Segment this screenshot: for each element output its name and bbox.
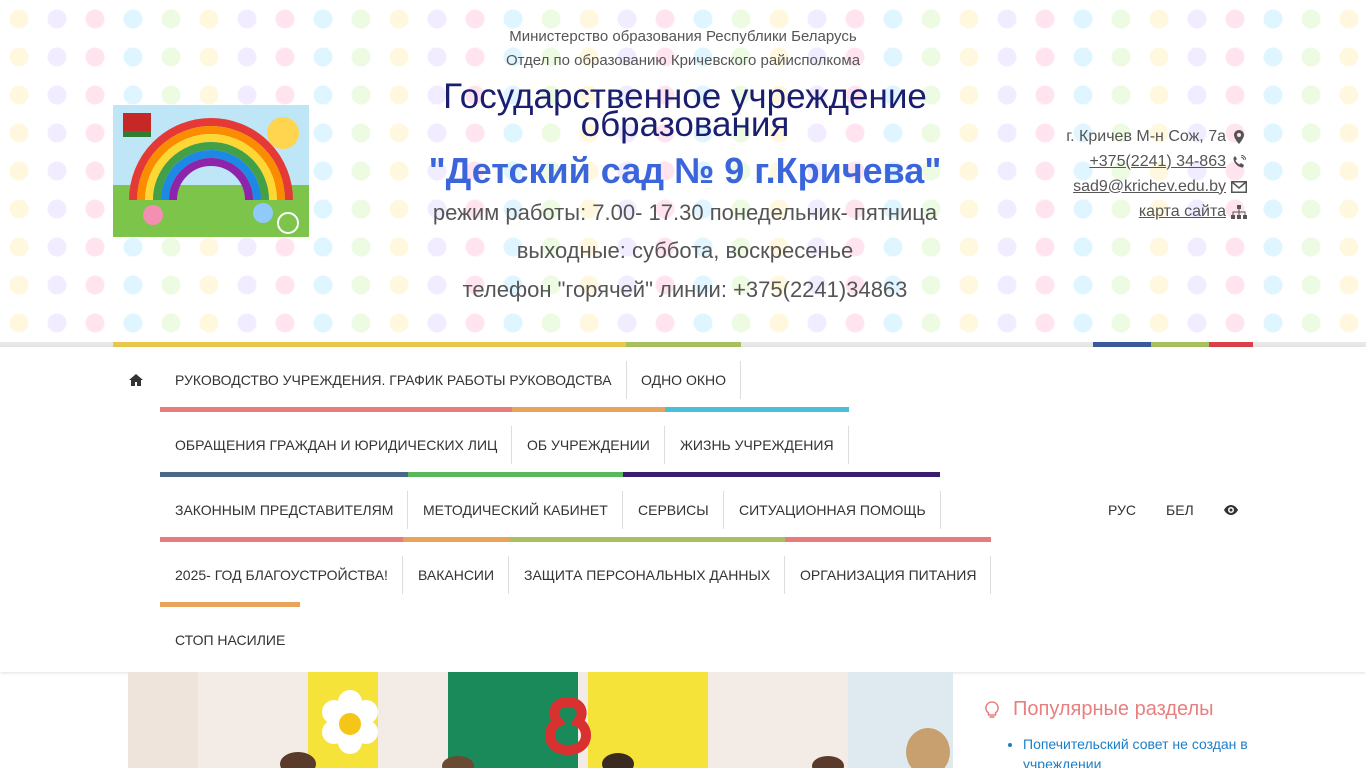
phone-icon	[1228, 154, 1250, 169]
news-photo[interactable]	[128, 672, 953, 768]
eye-icon	[1224, 504, 1238, 515]
home-icon	[129, 373, 143, 386]
nav-about[interactable]: Об учреждении	[512, 412, 665, 477]
popular-link[interactable]: Попечительский совет не создан в учрежде…	[1023, 736, 1248, 768]
site-header: Министерство образования Республики Бела…	[0, 0, 1366, 342]
sitemap-link[interactable]: карта сайта	[1139, 203, 1226, 221]
popular-title-text: Популярные разделы	[1013, 698, 1214, 720]
nav-one-window[interactable]: Одно окно	[626, 347, 741, 412]
celebration-photo-icon	[128, 672, 953, 768]
popular-list: Попечительский совет не создан в учрежде…	[1023, 734, 1255, 768]
nav-year-2025[interactable]: 2025- год благоустройства!	[160, 542, 403, 607]
lang-ru-button[interactable]: РУС	[1108, 477, 1136, 542]
site-logo[interactable]	[113, 105, 309, 237]
envelope-icon	[1228, 180, 1250, 193]
rainbow-logo-icon	[113, 105, 309, 237]
nav-year-2025-label: 2025- год благоустройства!	[175, 566, 388, 583]
nav-legal-representatives[interactable]: Законным представителям	[160, 477, 409, 542]
nav-situational-help[interactable]: Ситуационная помощь	[724, 477, 941, 542]
nav-methodical-office[interactable]: Методический кабинет	[408, 477, 623, 542]
nav-nutrition[interactable]: Организация питания	[785, 542, 992, 607]
working-hours: режим работы: 7.00- 17.30 понедельник- п…	[432, 200, 938, 225]
address-text: г. Кричев М-н Сож, 7а	[1066, 127, 1226, 145]
nav-citizen-appeals[interactable]: Обращения граждан и юридических лиц	[160, 412, 513, 477]
department-name: Отдел по образованию Кричевского райиспо…	[505, 52, 861, 69]
nav-life[interactable]: Жизнь учреждения	[665, 412, 849, 477]
days-off: выходные: суббота, воскресенье	[516, 238, 854, 263]
lightbulb-icon	[985, 700, 1013, 719]
ministry-name: Министерство образования Республики Бела…	[509, 28, 857, 45]
list-item: Попечительский совет не создан в учрежде…	[1023, 734, 1255, 768]
nav-stop-violence[interactable]: Стоп насилие	[160, 607, 300, 672]
sitemap-icon	[1228, 204, 1250, 219]
popular-sections-title: Популярные разделы	[985, 698, 1255, 721]
nav-services[interactable]: Сервисы	[623, 477, 724, 542]
contacts-block: г. Кричев М-н Сож, 7а +375(2241) 34-863 …	[1066, 124, 1250, 224]
phone-link[interactable]: +375(2241) 34-863	[1089, 153, 1226, 171]
lang-be-button[interactable]: БЕЛ	[1166, 477, 1194, 542]
accessibility-button[interactable]	[1224, 477, 1238, 542]
hotline-phone: телефон "горячей" линии: +375(2241)34863	[462, 277, 908, 302]
main-navigation: Руководство учреждения. График работы ру…	[0, 347, 1366, 672]
institution-name: "Детский сад № 9 г.Кричева"	[428, 150, 942, 191]
map-marker-icon	[1228, 129, 1250, 144]
nav-leadership[interactable]: Руководство учреждения. График работы ру…	[160, 347, 627, 412]
nav-personal-data[interactable]: Защита персональных данных	[509, 542, 786, 607]
email-link[interactable]: sad9@krichev.edu.by	[1073, 178, 1226, 196]
home-button[interactable]	[118, 347, 154, 412]
nav-vacancies[interactable]: Вакансии	[403, 542, 510, 607]
popular-sections: Популярные разделы Попечительский совет …	[985, 698, 1255, 768]
institution-title-line2: образования	[580, 105, 790, 144]
